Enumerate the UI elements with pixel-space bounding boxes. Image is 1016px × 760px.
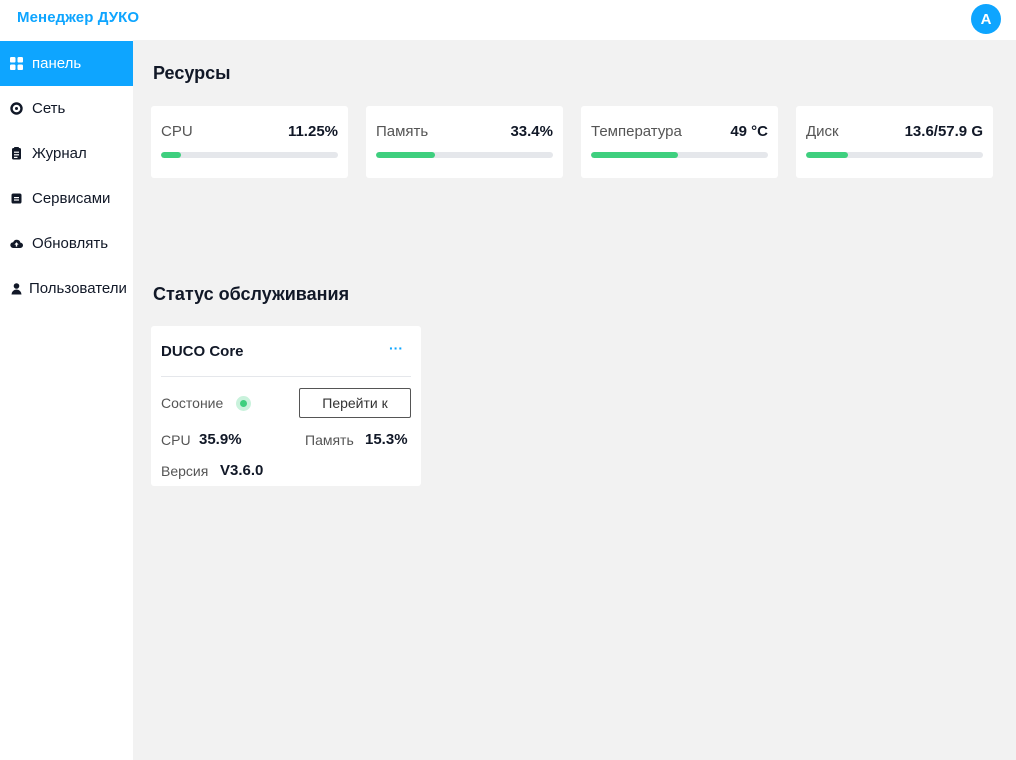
- network-icon: [10, 102, 23, 115]
- resources-title: Ресурсы: [153, 63, 231, 83]
- resource-label: Диск: [806, 123, 839, 140]
- journal-icon: [10, 147, 23, 160]
- sidebar-item-network[interactable]: Сеть: [0, 86, 133, 131]
- resource-card-temperature: Температура 49 °C: [581, 106, 778, 178]
- resource-value: 13.6/57.9 G: [904, 123, 983, 140]
- memory-value: 15.3%: [365, 431, 408, 448]
- cloud-update-icon: [10, 237, 23, 250]
- dashboard-icon: [10, 57, 23, 70]
- sidebar-item-label: панель: [32, 55, 82, 72]
- status-indicator: [236, 396, 251, 411]
- progress-fill: [376, 152, 436, 158]
- progress-track: [161, 152, 338, 158]
- sidebar-item-label: Обновлять: [32, 235, 109, 252]
- progress-track: [806, 152, 983, 158]
- resource-label: CPU: [161, 123, 193, 140]
- cpu-value: 35.9%: [199, 431, 242, 448]
- progress-track: [591, 152, 768, 158]
- service-name: DUCO Core: [161, 343, 244, 360]
- progress-fill: [161, 152, 181, 158]
- sidebar-item-journal[interactable]: Журнал: [0, 131, 133, 176]
- progress-fill: [806, 152, 848, 158]
- goto-button[interactable]: Перейти к: [299, 388, 411, 418]
- top-bar: Менеджер ДУКО A: [0, 0, 1016, 40]
- cpu-label: CPU: [161, 432, 191, 448]
- more-options-icon[interactable]: ···: [384, 340, 408, 356]
- status-label: Состоние: [161, 395, 224, 411]
- sidebar-item-services[interactable]: Сервисами: [0, 176, 133, 221]
- resource-value: 33.4%: [510, 123, 553, 140]
- sidebar-item-users[interactable]: Пользователи: [0, 266, 133, 311]
- user-icon: [10, 282, 23, 295]
- services-icon: [10, 192, 23, 205]
- resource-value: 49 °C: [730, 123, 768, 140]
- sidebar: панель Сеть Журнал Сервисами Обновлять П…: [0, 40, 133, 760]
- version-label: Версия: [161, 463, 209, 479]
- service-card: DUCO Core ··· Состоние Перейти к CPU 35.…: [151, 326, 421, 486]
- divider: [161, 376, 411, 377]
- user-avatar[interactable]: A: [971, 4, 1001, 34]
- memory-label: Память: [305, 432, 354, 448]
- resource-value: 11.25%: [287, 123, 338, 140]
- resource-card-disk: Диск 13.6/57.9 G: [796, 106, 993, 178]
- progress-track: [376, 152, 553, 158]
- resource-label: Температура: [591, 123, 682, 140]
- service-status-title: Статус обслуживания: [153, 284, 350, 304]
- sidebar-item-label: Пользователи: [29, 280, 127, 297]
- resource-label: Память: [376, 123, 429, 140]
- sidebar-item-label: Журнал: [32, 145, 87, 162]
- resource-card-memory: Память 33.4%: [366, 106, 563, 178]
- sidebar-item-label: Сеть: [32, 100, 66, 117]
- resource-card-cpu: CPU 11.25%: [151, 106, 348, 178]
- app-title: Менеджер ДУКО: [17, 9, 140, 26]
- sidebar-item-dashboard[interactable]: панель: [0, 41, 133, 86]
- progress-fill: [591, 152, 678, 158]
- sidebar-item-label: Сервисами: [32, 190, 111, 207]
- version-value: V3.6.0: [220, 462, 264, 479]
- sidebar-item-update[interactable]: Обновлять: [0, 221, 133, 266]
